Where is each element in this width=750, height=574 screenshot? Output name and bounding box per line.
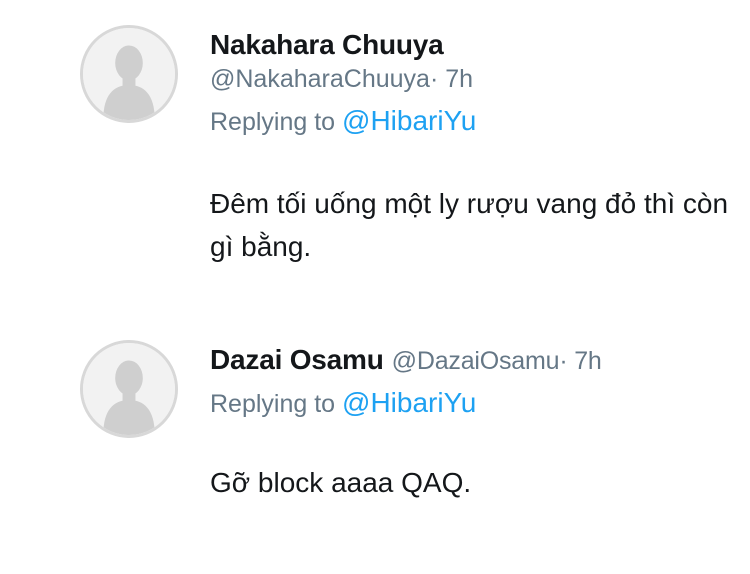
author-name[interactable]: Dazai Osamu: [210, 344, 384, 375]
tweet-text: Đêm tối uống một ly rượu vang đỏ thì còn…: [210, 188, 729, 262]
default-avatar-icon: [83, 343, 175, 435]
avatar[interactable]: [80, 340, 178, 438]
default-avatar-icon: [83, 28, 175, 120]
replying-to-line: Replying to @HibariYu: [210, 104, 730, 139]
author-handle[interactable]: @NakaharaChuuya: [210, 65, 430, 93]
author-line: Dazai Osamu @DazaiOsamu· 7h: [210, 343, 730, 378]
author-handle-line: @NakaharaChuuya· 7h: [210, 62, 730, 96]
mention-link[interactable]: @HibariYu: [342, 105, 476, 136]
tweet-time[interactable]: · 7h: [559, 347, 601, 375]
avatar[interactable]: [80, 25, 178, 123]
tweet[interactable]: Nakahara Chuuya @NakaharaChuuya· 7h Repl…: [0, 0, 750, 300]
tweet[interactable]: Dazai Osamu @DazaiOsamu· 7h Replying to @…: [0, 300, 750, 574]
author-name[interactable]: Nakahara Chuuya: [210, 28, 730, 62]
author-handle[interactable]: @DazaiOsamu: [392, 347, 560, 375]
replying-prefix: Replying to: [210, 108, 336, 136]
tweet-text: Gỡ block aaaa QAQ.: [210, 467, 472, 498]
mention-link[interactable]: @HibariYu: [342, 387, 476, 418]
replying-to-line: Replying to @HibariYu: [210, 386, 730, 421]
tweet-content: Dazai Osamu @DazaiOsamu· 7h Replying to @…: [210, 343, 730, 504]
tweet-time[interactable]: · 7h: [430, 65, 473, 93]
tweet-content: Nakahara Chuuya @NakaharaChuuya· 7h Repl…: [210, 28, 730, 268]
replying-prefix: Replying to: [210, 390, 336, 418]
